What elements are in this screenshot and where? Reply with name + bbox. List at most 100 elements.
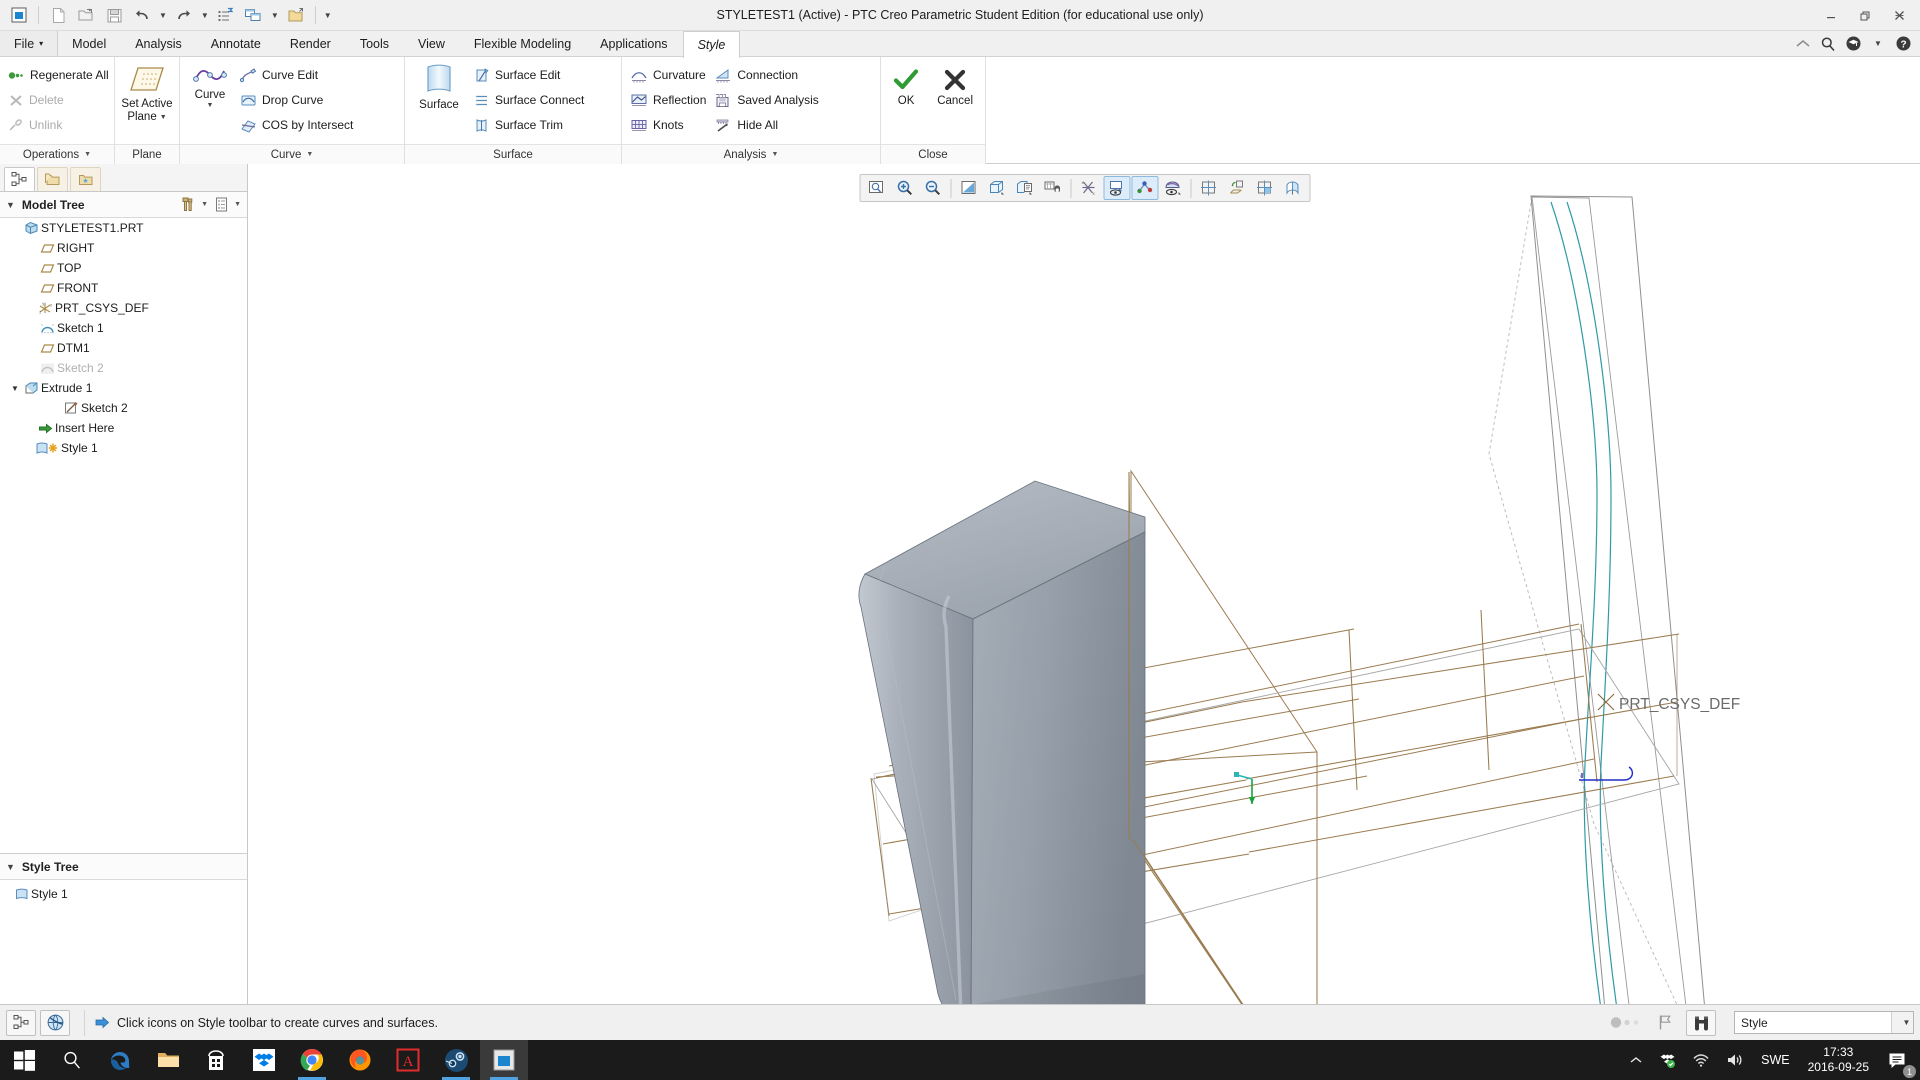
surface-button[interactable]: Surface	[411, 61, 467, 112]
firefox-icon[interactable]	[336, 1040, 384, 1080]
set-active-plane-button[interactable]: Set Active Plane ▼	[121, 61, 173, 124]
creo-parametric-icon[interactable]	[480, 1040, 528, 1080]
redo-caret-icon[interactable]: ▼	[199, 11, 211, 20]
cos-by-intersect-button[interactable]: COS by Intersect	[238, 113, 359, 137]
hide-all-button[interactable]: Hide All	[712, 113, 824, 137]
undo-icon[interactable]	[129, 3, 155, 27]
zoom-in-icon[interactable]	[891, 176, 918, 200]
datum-display-filters-icon[interactable]: xx	[1075, 176, 1102, 200]
tab-render[interactable]: Render	[276, 31, 346, 56]
view-manager-icon[interactable]	[1039, 176, 1066, 200]
tab-style[interactable]: Style	[682, 31, 741, 58]
microsoft-store-icon[interactable]	[192, 1040, 240, 1080]
tree-row-sketch-1[interactable]: Sketch 1	[0, 318, 247, 338]
new-file-icon[interactable]	[45, 3, 71, 27]
tree-row-top-plane[interactable]: TOP	[0, 258, 247, 278]
creo-app-icon[interactable]	[6, 3, 32, 27]
dropbox-tray-icon[interactable]	[1651, 1040, 1684, 1080]
set-active-plane-caret-icon[interactable]: ▼	[160, 114, 167, 122]
chevron-down-icon[interactable]: ▼	[1891, 1012, 1913, 1033]
tree-filters-icon[interactable]	[178, 195, 198, 215]
selection-filter-select[interactable]: Style ▼	[1734, 1011, 1914, 1034]
model-tree[interactable]: STYLETEST1.PRT RIGHT TOP FRONT y z x PRT…	[0, 218, 247, 854]
search-binoculars-icon[interactable]	[1686, 1009, 1716, 1036]
tab-tools[interactable]: Tools	[346, 31, 404, 56]
wifi-icon[interactable]	[1684, 1040, 1718, 1080]
tree-row-style-1[interactable]: Style 1	[0, 438, 247, 458]
style-tree-row-style-1[interactable]: Style 1	[0, 884, 247, 904]
surface-trim-button[interactable]: Surface Trim	[471, 113, 590, 137]
tree-row-extrude-1[interactable]: ▼ Extrude 1	[0, 378, 247, 398]
tab-view[interactable]: View	[404, 31, 460, 56]
zoom-out-icon[interactable]	[919, 176, 946, 200]
chevron-up-icon[interactable]	[1621, 1040, 1651, 1080]
browser-toggle-icon[interactable]	[40, 1009, 70, 1036]
language-indicator[interactable]: SWE	[1753, 1053, 1797, 1067]
reflection-button[interactable]: Reflection	[628, 88, 712, 112]
window-switch-caret-icon[interactable]: ▼	[269, 11, 281, 20]
undo-caret-icon[interactable]: ▼	[157, 11, 169, 20]
spin-center-icon[interactable]	[1131, 176, 1158, 200]
saved-orientations-icon[interactable]	[1011, 176, 1038, 200]
steam-icon[interactable]	[432, 1040, 480, 1080]
graphics-viewport[interactable]: xx PRT_CSYS_DEF	[249, 164, 1920, 1004]
tree-row-dtm1[interactable]: DTM1	[0, 338, 247, 358]
help-icon[interactable]: ?	[1894, 35, 1912, 53]
dropdown-caret-icon[interactable]: ▼	[1869, 35, 1887, 53]
curve-button[interactable]: Curve ▼	[186, 61, 234, 110]
annotation-display-icon[interactable]	[1103, 176, 1130, 200]
tab-analysis[interactable]: Analysis	[121, 31, 197, 56]
open-file-icon[interactable]	[73, 3, 99, 27]
close-folder-icon[interactable]	[283, 3, 309, 27]
tree-filters-caret-icon[interactable]: ▼	[201, 201, 208, 208]
analysis-group-caret-icon[interactable]: ▼	[771, 151, 778, 158]
folder-browser-tab[interactable]	[37, 167, 68, 191]
save-icon[interactable]	[101, 3, 127, 27]
tree-row-insert-here[interactable]: Insert Here	[0, 418, 247, 438]
refit-icon[interactable]	[863, 176, 890, 200]
regenerate-all-button[interactable]: Regenerate All	[6, 63, 115, 87]
csys-display-icon[interactable]	[1279, 176, 1306, 200]
point-display-icon[interactable]	[1251, 176, 1278, 200]
customize-qat-icon[interactable]: ▼	[322, 11, 334, 20]
flag-icon[interactable]	[1652, 1014, 1678, 1031]
style-tree[interactable]: Style 1	[0, 880, 247, 904]
notifications-icon[interactable]: 1	[1879, 1040, 1916, 1080]
adobe-acrobat-icon[interactable]: A	[384, 1040, 432, 1080]
cortana-search-icon[interactable]	[48, 1040, 96, 1080]
axis-display-icon[interactable]	[1223, 176, 1250, 200]
tab-model[interactable]: Model	[58, 31, 121, 56]
start-button-icon[interactable]	[0, 1040, 48, 1080]
curve-caret-icon[interactable]: ▼	[207, 102, 214, 110]
tree-row-sketch-2-suppressed[interactable]: Sketch 2	[0, 358, 247, 378]
tab-annotate[interactable]: Annotate	[197, 31, 276, 56]
surface-edit-button[interactable]: Surface Edit	[471, 63, 590, 87]
chrome-icon[interactable]	[288, 1040, 336, 1080]
model-tree-tab[interactable]	[4, 167, 35, 191]
curvature-button[interactable]: Curvature	[628, 63, 712, 87]
ok-button[interactable]: OK	[887, 65, 925, 108]
tab-applications[interactable]: Applications	[586, 31, 682, 56]
search-icon[interactable]	[1819, 35, 1837, 53]
graduation-cap-icon[interactable]	[1844, 35, 1862, 53]
model-scene[interactable]: PRT_CSYS_DEF	[249, 164, 1920, 1004]
tree-settings-caret-icon[interactable]: ▼	[234, 201, 241, 208]
tree-row-csys[interactable]: y z x PRT_CSYS_DEF	[0, 298, 247, 318]
model-tree-collapse-icon[interactable]: ▼	[6, 200, 15, 210]
plane-display-icon[interactable]	[1195, 176, 1222, 200]
delete-button[interactable]: Delete	[6, 88, 115, 112]
tree-row-right-plane[interactable]: RIGHT	[0, 238, 247, 258]
window-switch-icon[interactable]	[241, 3, 267, 27]
redo-icon[interactable]	[171, 3, 197, 27]
tab-file[interactable]: File	[0, 31, 59, 56]
connection-button[interactable]: Connection	[712, 63, 824, 87]
tab-flexible-modeling[interactable]: Flexible Modeling	[460, 31, 586, 56]
operations-group-caret-icon[interactable]: ▼	[84, 151, 91, 158]
favorites-tab[interactable]	[70, 167, 101, 191]
tree-row-sketch-2-child[interactable]: Sketch 2	[0, 398, 247, 418]
model-tree-toggle-icon[interactable]	[6, 1009, 36, 1036]
appearance-gallery-icon[interactable]	[1159, 176, 1186, 200]
speaker-icon[interactable]	[1718, 1040, 1753, 1080]
collapse-ribbon-icon[interactable]	[1794, 35, 1812, 53]
tree-settings-icon[interactable]	[211, 195, 231, 215]
